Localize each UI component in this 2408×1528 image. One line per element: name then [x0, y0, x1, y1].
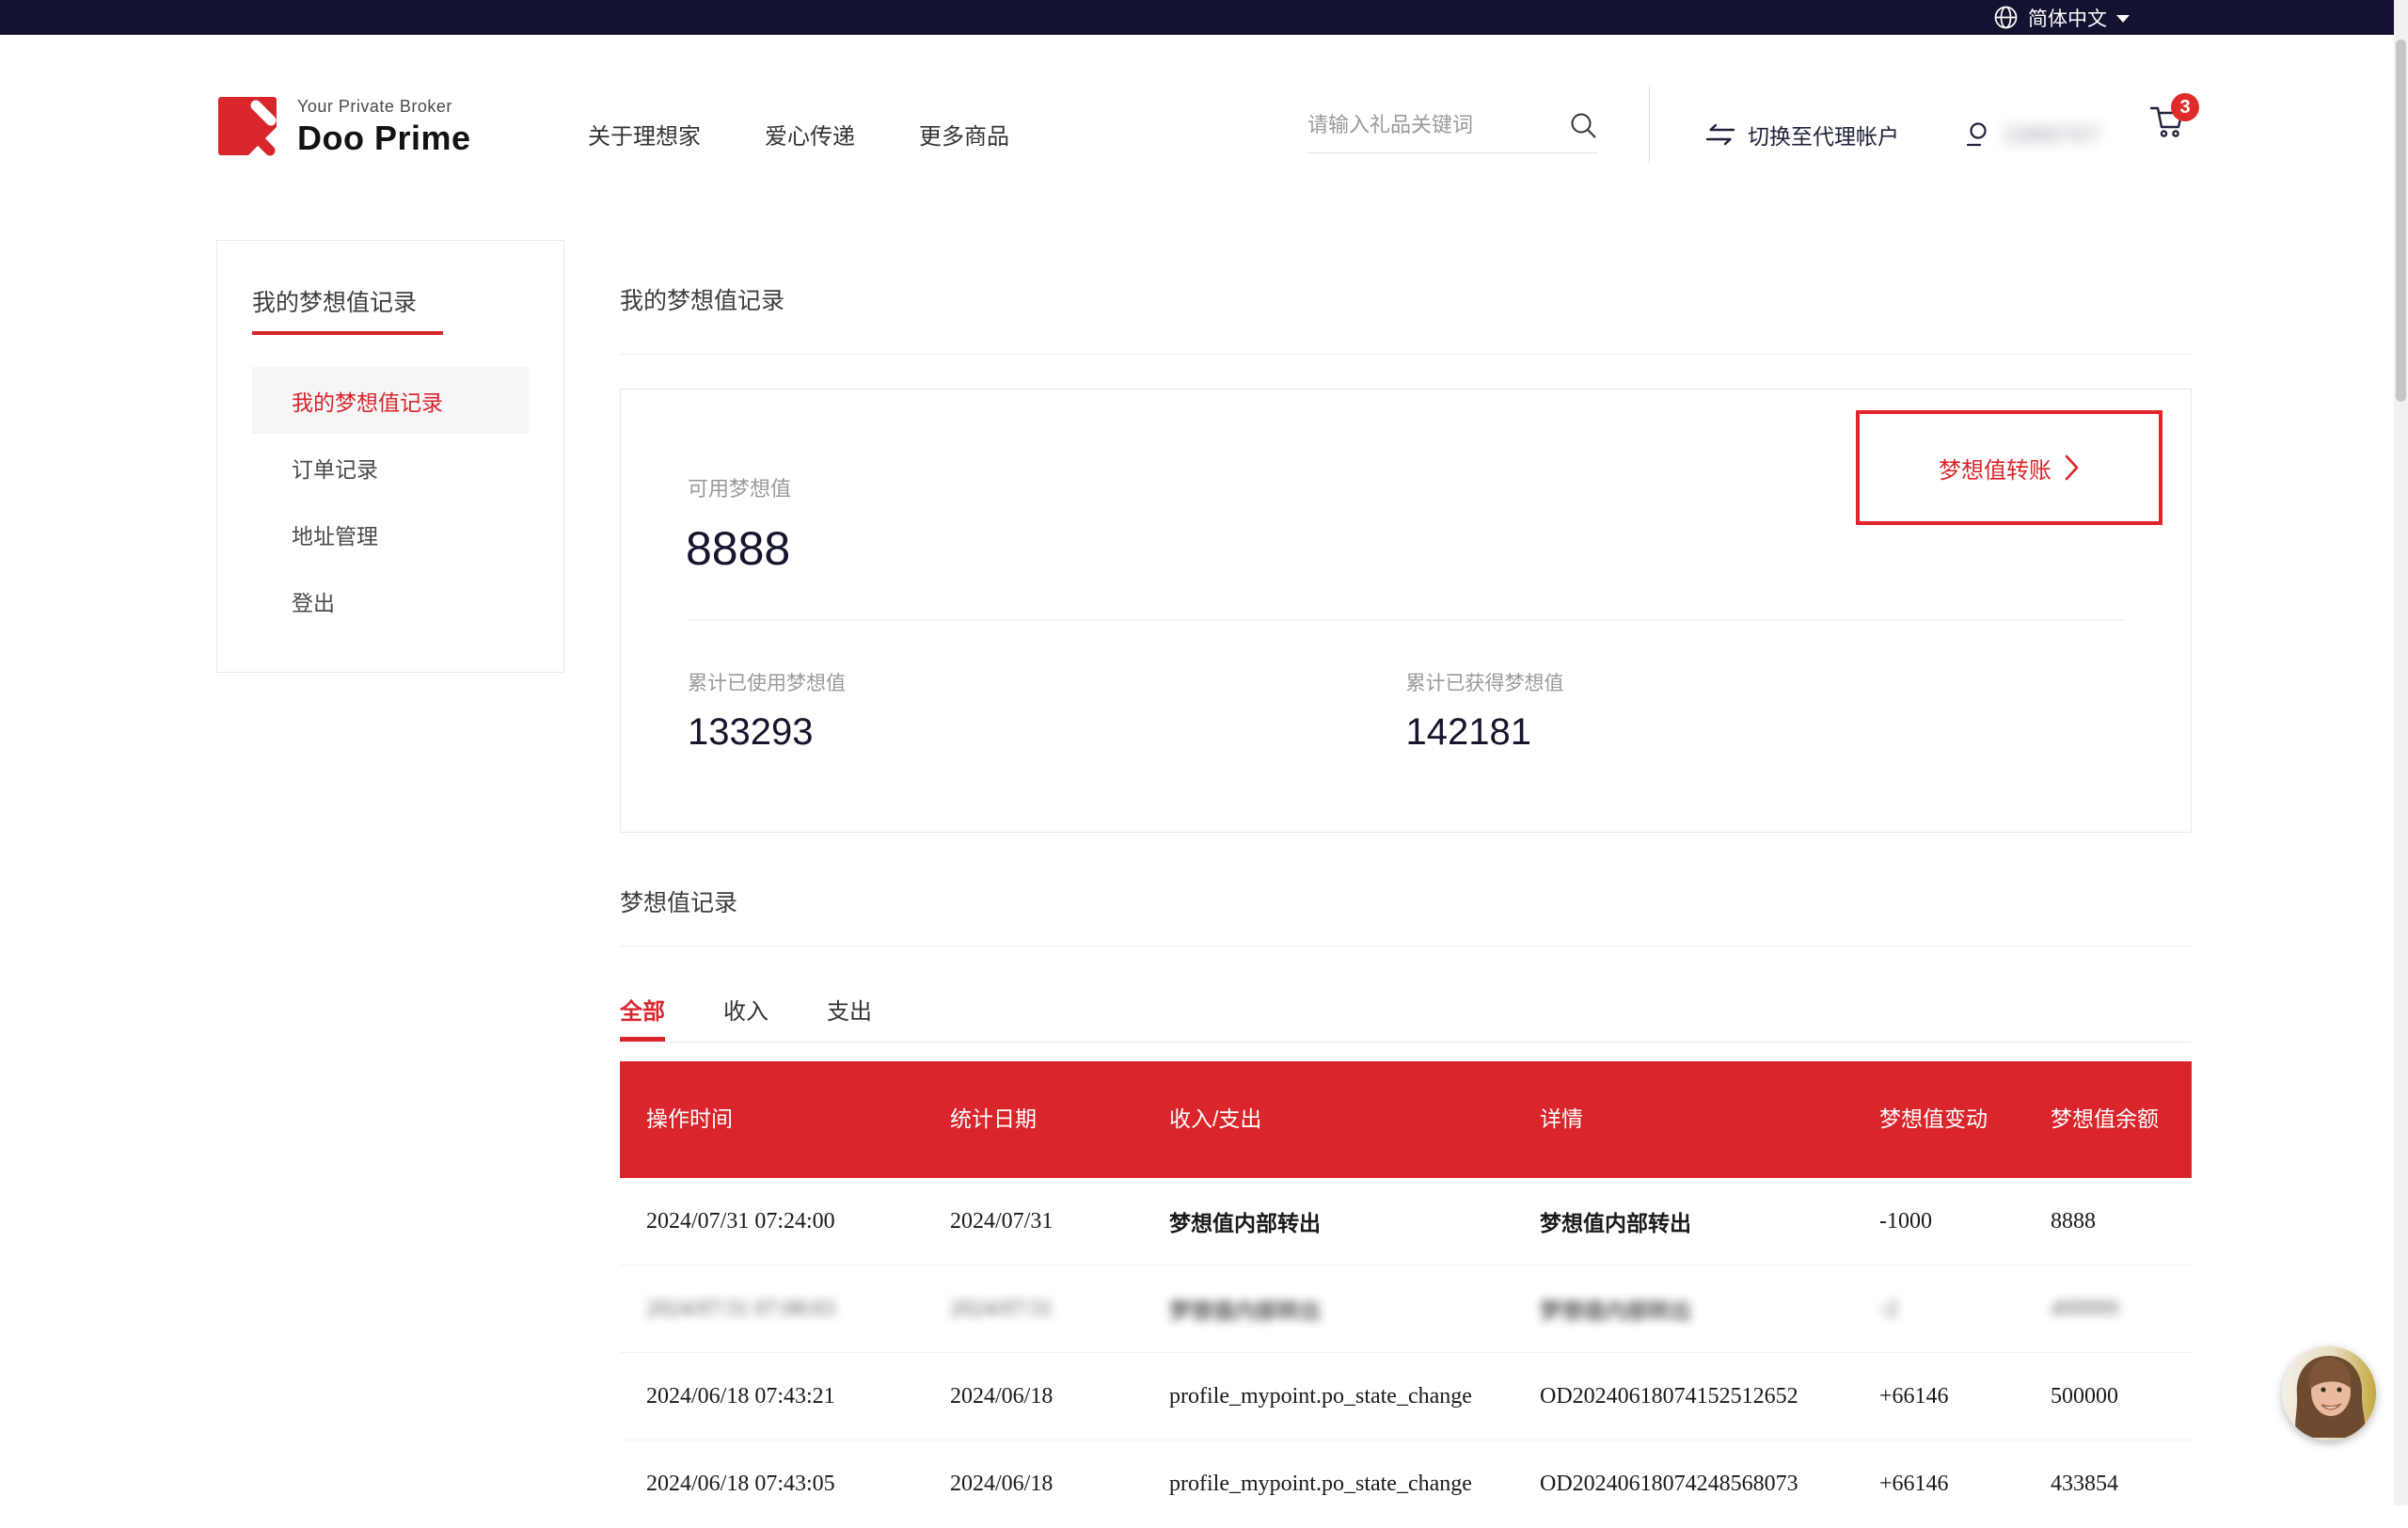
used-label: 累计已使用梦想值	[688, 668, 1406, 696]
cell-stat-date: 2024/06/18	[950, 1472, 1169, 1497]
chevron-down-icon	[2116, 15, 2130, 23]
cell-change: +66146	[1879, 1472, 2051, 1497]
cell-detail: OD20240618074152512652	[1540, 1384, 1879, 1409]
records-tab[interactable]: 支出	[827, 993, 872, 1042]
sidebar-item[interactable]: 订单记录	[252, 434, 529, 501]
table-header-cell: 统计日期	[950, 1104, 1169, 1135]
divider	[688, 619, 2124, 621]
chat-avatar[interactable]	[2282, 1346, 2376, 1440]
cell-change: -1000	[1879, 1209, 2051, 1234]
sidebar-item[interactable]: 我的梦想值记录	[252, 367, 529, 434]
scrollbar-track[interactable]	[2394, 0, 2408, 1505]
cell-change: +66146	[1879, 1384, 2051, 1409]
table-header-cell: 收入/支出	[1169, 1104, 1540, 1135]
cell-stat-date: 2024/06/18	[950, 1384, 1169, 1409]
cell-income-expense: 梦想值内部转出	[1169, 1293, 1540, 1325]
language-label: 简体中文	[2028, 4, 2107, 32]
cell-income-expense: 梦想值内部转出	[1169, 1205, 1540, 1237]
logo-mark-icon	[216, 95, 280, 159]
table-header-cell: 梦想值余额	[2051, 1104, 2192, 1135]
table-row: 2024/06/18 07:43:05 2024/06/18 profile_m…	[620, 1440, 2192, 1528]
table-header-cell: 操作时间	[646, 1104, 950, 1135]
topbar: 简体中文	[0, 0, 2408, 35]
cell-detail: OD20240618074248568073	[1540, 1472, 1879, 1497]
available-label: 可用梦想值	[688, 472, 791, 502]
sidebar: 我的梦想值记录 我的梦想值记录订单记录地址管理登出	[216, 240, 564, 673]
records-tab[interactable]: 收入	[723, 993, 768, 1042]
main-content: 我的梦想值记录 可用梦想值 8888 梦想值转账 累计已使用梦想值 133293…	[620, 0, 2192, 1505]
divider	[620, 354, 2192, 355]
cell-operation-time: 2024/07/31 07:08:03	[646, 1297, 950, 1322]
table-header-cell: 详情	[1540, 1104, 1879, 1135]
sidebar-menu: 我的梦想值记录订单记录地址管理登出	[217, 367, 563, 634]
chevron-right-icon	[2065, 454, 2080, 481]
used-value: 133293	[688, 711, 1406, 754]
divider	[620, 946, 2192, 947]
records-table: 操作时间统计日期收入/支出详情梦想值变动梦想值余额 2024/07/31 07:…	[620, 1061, 2192, 1528]
earned-value: 142181	[1406, 711, 2125, 754]
cell-balance: 500000	[2051, 1384, 2192, 1409]
table-row: 2024/07/31 07:08:03 2024/07/31 梦想值内部转出 梦…	[620, 1265, 2192, 1353]
dream-value-summary-card: 可用梦想值 8888 梦想值转账 累计已使用梦想值 133293 累计已获得梦想…	[620, 389, 2192, 833]
table-header-cell: 梦想值变动	[1879, 1104, 2051, 1135]
language-selector[interactable]: 简体中文	[1993, 0, 2130, 35]
sidebar-item[interactable]: 地址管理	[252, 501, 529, 567]
cell-detail: 梦想值内部转出	[1540, 1293, 1879, 1325]
cell-operation-time: 2024/06/18 07:43:21	[646, 1384, 950, 1409]
page-title: 我的梦想值记录	[620, 282, 784, 316]
cell-detail: 梦想值内部转出	[1540, 1205, 1879, 1237]
records-tab[interactable]: 全部	[620, 993, 665, 1042]
cell-income-expense: profile_mypoint.po_state_change	[1169, 1472, 1540, 1497]
transfer-button[interactable]: 梦想值转账	[1856, 410, 2162, 525]
cell-balance: 433854	[2051, 1472, 2192, 1497]
sidebar-title: 我的梦想值记录	[252, 284, 529, 318]
cell-balance: 499999	[2051, 1297, 2192, 1322]
table-body: 2024/07/31 07:24:00 2024/07/31 梦想值内部转出 梦…	[620, 1178, 2192, 1528]
records-tabs: 全部 收入 支出	[620, 988, 2192, 1043]
cell-balance: 8888	[2051, 1209, 2192, 1234]
cell-change: -2	[1879, 1297, 2051, 1322]
transfer-label: 梦想值转账	[1939, 452, 2052, 485]
sidebar-title-underline	[252, 331, 443, 335]
stats-row: 累计已使用梦想值 133293 累计已获得梦想值 142181	[688, 668, 2124, 754]
doo-prime-logo[interactable]: Your Private Broker Doo Prime	[216, 95, 471, 159]
available-value: 8888	[686, 521, 790, 576]
table-row: 2024/07/31 07:24:00 2024/07/31 梦想值内部转出 梦…	[620, 1178, 2192, 1265]
scrollbar-thumb[interactable]	[2396, 40, 2406, 402]
logo-text: Your Private Broker Doo Prime	[297, 95, 471, 158]
stat-earned: 累计已获得梦想值 142181	[1406, 668, 2125, 754]
stat-used: 累计已使用梦想值 133293	[688, 668, 1406, 754]
cell-operation-time: 2024/07/31 07:24:00	[646, 1209, 950, 1234]
sidebar-item[interactable]: 登出	[252, 567, 529, 634]
cell-income-expense: profile_mypoint.po_state_change	[1169, 1384, 1540, 1409]
cell-stat-date: 2024/07/31	[950, 1209, 1169, 1234]
table-header-row: 操作时间统计日期收入/支出详情梦想值变动梦想值余额	[620, 1061, 2192, 1178]
earned-label: 累计已获得梦想值	[1406, 668, 2125, 696]
logo-tagline: Your Private Broker	[297, 97, 471, 117]
globe-icon	[1993, 5, 2019, 30]
records-section-title: 梦想值记录	[620, 884, 737, 918]
logo-brand: Doo Prime	[297, 119, 471, 158]
cell-stat-date: 2024/07/31	[950, 1297, 1169, 1322]
table-row: 2024/06/18 07:43:21 2024/06/18 profile_m…	[620, 1353, 2192, 1440]
cell-operation-time: 2024/06/18 07:43:05	[646, 1472, 950, 1497]
